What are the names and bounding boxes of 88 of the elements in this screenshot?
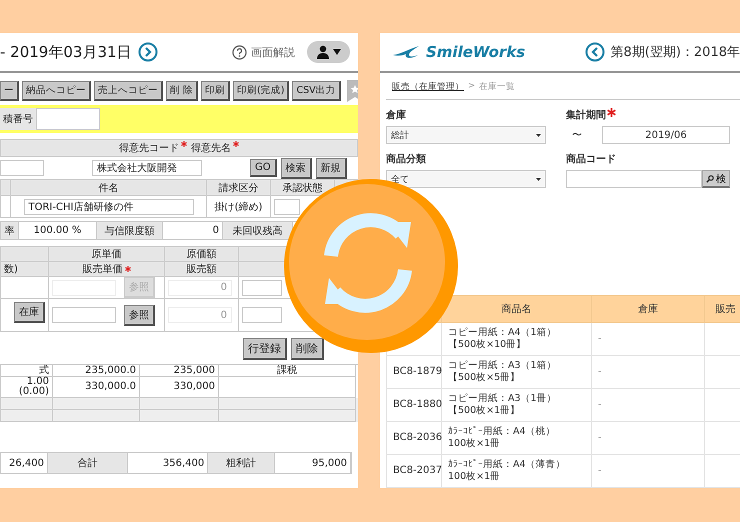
search-icon [706, 174, 714, 182]
bookmark-star-icon[interactable] [346, 80, 358, 102]
user-icon [316, 45, 330, 59]
table-cell: - [592, 422, 704, 454]
table-cell: BC8-2037 [386, 454, 442, 488]
table-cell: 掛け(締め) [207, 196, 271, 218]
product-name-line: ｶﾗｰｺﾋﾟｰ用紙：A4（桃） [448, 426, 557, 438]
toolbar-button[interactable]: 売上へコピー [94, 81, 163, 101]
logo-text: SmileWorks [426, 43, 526, 61]
input-field[interactable] [242, 307, 282, 323]
breadcrumb-separator: > [468, 81, 476, 93]
field-label: 積番号 [0, 108, 36, 130]
customer-name-field[interactable]: 株式会社大阪開発 [92, 160, 202, 176]
product-code-field[interactable] [566, 170, 702, 188]
column-header: 販売 [704, 296, 740, 322]
table-cell: 95,000 [274, 453, 351, 473]
date-range-title: - 2019年03月31日 [0, 42, 132, 62]
breadcrumb-current: 在庫一覧 [479, 81, 516, 93]
toolbar-button[interactable]: 納品へコピー [22, 81, 91, 101]
toolbar-button[interactable]: 削 除 [166, 81, 198, 101]
toolbar-button[interactable]: CSV出力 [292, 81, 341, 101]
row-action-button[interactable]: 削除 [291, 338, 324, 360]
product-name-line: コピー用紙：A4（1箱） [448, 327, 558, 339]
product-name-line: コピー用紙：A3（1冊） [448, 393, 558, 405]
subject-field[interactable]: TORI-CHI店舗研修の件 [24, 198, 194, 214]
breadcrumb-link[interactable]: 販売（在庫管理） [392, 81, 464, 93]
field-label: 与信限度額 [97, 222, 163, 240]
unit-price-field[interactable] [52, 307, 116, 323]
column-header: 数) [1, 262, 49, 277]
approval-field[interactable] [274, 198, 300, 214]
user-menu-button[interactable] [307, 41, 350, 63]
field-label: 率 [1, 222, 19, 240]
help-link[interactable]: 画面解説 [251, 44, 295, 60]
customer-code-field[interactable] [0, 160, 44, 176]
estimate-number-field[interactable] [36, 108, 100, 130]
search-button[interactable]: 検 [702, 170, 730, 188]
product-name-line: ｶﾗｰｺﾋﾟｰ用紙：A4（薄青） [448, 459, 567, 471]
product-name-line: 【500枚×1冊】 [448, 405, 522, 417]
field-label: 倉庫 [386, 108, 407, 122]
period-field[interactable]: 2019/06 [602, 126, 730, 144]
column-header: 商品名 [442, 296, 592, 322]
customer-button[interactable]: GO [250, 159, 277, 177]
field-label: 粗利計 [208, 453, 275, 473]
table-cell: - [592, 322, 704, 356]
toolbar-button[interactable]: 印刷(完成) [233, 81, 290, 101]
product-name-line: 100枚×1冊 [448, 438, 502, 450]
amount-field: 0 [168, 307, 232, 323]
stock-button[interactable]: 在庫 [14, 302, 45, 323]
dropdown-field[interactable]: 総計 [386, 126, 546, 144]
dropdown-field[interactable]: 全て [386, 170, 546, 188]
logo-swoosh-icon [392, 45, 420, 59]
table-cell: BC8-1879 [386, 356, 442, 388]
column-header: 件名 [11, 180, 207, 196]
column-header: 倉庫 [592, 296, 704, 322]
next-icon[interactable] [138, 42, 158, 62]
column-header: 販売額 [165, 262, 239, 277]
field-label: 商品分類 [386, 152, 427, 166]
product-name-line: 【500枚×5冊】 [448, 372, 522, 384]
row-action-button[interactable]: 行登録 [243, 338, 287, 360]
field-label: 合計 [48, 453, 128, 473]
reference-button[interactable]: 参照 [124, 304, 155, 326]
field-label: 商品コード [566, 152, 617, 166]
help-icon[interactable] [232, 44, 247, 60]
caret-icon [536, 134, 541, 136]
table-cell: - [592, 454, 704, 488]
column-header: 得意先コード [119, 141, 187, 155]
field-label: 未回収残高 [223, 222, 293, 240]
product-name-line: コピー用紙：A3（1箱） [448, 360, 558, 372]
caret-icon [333, 49, 341, 55]
table-cell: - [592, 356, 704, 388]
column-header: 請求区分 [207, 180, 271, 196]
table-cell: BC8-1880 [386, 388, 442, 422]
input-field[interactable] [242, 280, 282, 296]
toolbar-button[interactable]: 印刷 [201, 81, 230, 101]
previous-icon[interactable] [584, 42, 604, 62]
toolbar-button[interactable]: ー [0, 81, 19, 101]
product-name-line: 100枚×1冊 [448, 471, 502, 483]
range-tilde: 〜 [572, 129, 582, 142]
amount-field: 0 [168, 280, 232, 296]
field-label: 集計期間 [566, 108, 730, 122]
fiscal-period-title: 第8期(翌期)：2018年 [610, 44, 740, 61]
customer-button[interactable]: 検索 [280, 158, 312, 178]
table-cell: - [592, 388, 704, 422]
column-header: 得意先名 [191, 141, 239, 155]
product-name-line: 【500枚×10冊】 [448, 339, 528, 351]
caret-icon [536, 178, 541, 180]
table-cell: BC8-2036 [386, 422, 442, 454]
customer-button[interactable]: 新規 [316, 158, 347, 178]
